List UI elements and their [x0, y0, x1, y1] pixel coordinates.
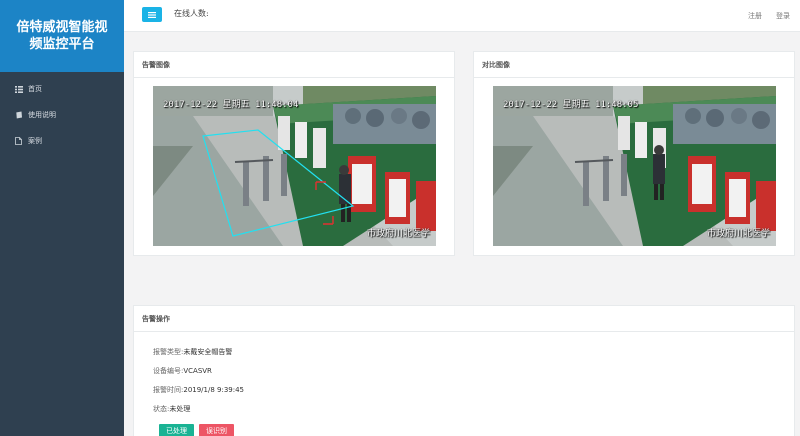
compare-image[interactable]: 2017-12-22 星期五 11:48:05 市政府川北医学 [493, 86, 776, 246]
misreport-button[interactable]: 误识别 [199, 424, 234, 436]
panel-title: 对比图像 [474, 52, 794, 78]
sidebar: 倍特威视智能视 频监控平台 首页 使用说明 案例 [0, 0, 124, 436]
compare-image-panel: 对比图像 2017-12-22 星期五 11:48:05 市政府川北医学 [473, 51, 795, 256]
info-label: 设备编号: [153, 367, 184, 375]
sidebar-item-label: 案例 [28, 137, 42, 145]
login-link[interactable]: 登录 [776, 11, 790, 21]
sidebar-item-home[interactable]: 首页 [0, 76, 124, 102]
camera-snapshot [153, 86, 436, 246]
processed-button[interactable]: 已处理 [159, 424, 194, 436]
sidebar-item-cases[interactable]: 案例 [0, 128, 124, 154]
auth-links: 注册 登录 [748, 11, 790, 21]
info-value: VCASVR [183, 367, 212, 375]
grid-icon [14, 85, 23, 93]
info-row-status: 状态:未处理 [153, 404, 244, 423]
hamburger-icon [148, 11, 156, 18]
info-label: 报警时间: [153, 386, 184, 394]
info-row-alarm-type: 报警类型:未戴安全帽告警 [153, 347, 244, 366]
panel-title: 告警操作 [134, 306, 794, 332]
action-buttons: 已处理 误识别 [159, 424, 234, 436]
panel-title: 告警图像 [134, 52, 454, 78]
video-timestamp: 2017-12-22 星期五 11:48:05 [503, 100, 639, 110]
info-row-device-id: 设备编号:VCASVR [153, 366, 244, 385]
sidebar-item-manual[interactable]: 使用说明 [0, 102, 124, 128]
menu-toggle-button[interactable] [142, 7, 162, 22]
camera-snapshot [493, 86, 776, 246]
app-title-line2: 频监控平台 [29, 37, 95, 52]
online-users-label: 在线人数: [174, 9, 209, 18]
video-timestamp: 2017-12-22 星期五 11:48:04 [163, 100, 299, 110]
alarm-image[interactable]: 2017-12-22 星期五 11:48:04 市政府川北医学 [153, 86, 436, 246]
info-value: 未处理 [169, 405, 191, 413]
alarm-image-panel: 告警图像 2017-12-22 星期五 11:48:04 市政府川北医学 [133, 51, 455, 256]
info-row-alarm-time: 报警时间:2019/1/8 9:39:45 [153, 385, 244, 404]
sidebar-item-label: 使用说明 [28, 111, 56, 119]
app-title-line1: 倍特威视智能视 [16, 20, 108, 35]
alarm-info-list: 报警类型:未戴安全帽告警 设备编号:VCASVR 报警时间:2019/1/8 9… [153, 347, 244, 423]
info-value: 未戴安全帽告警 [183, 348, 233, 356]
top-bar: 在线人数: 注册 登录 [124, 0, 800, 32]
info-label: 报警类型: [153, 348, 184, 356]
register-link[interactable]: 注册 [748, 11, 762, 21]
file-icon [14, 137, 23, 145]
app-brand: 倍特威视智能视 频监控平台 [0, 0, 124, 72]
sidebar-nav: 首页 使用说明 案例 [0, 76, 124, 154]
book-icon [14, 111, 23, 119]
info-label: 状态: [153, 405, 170, 413]
sidebar-item-label: 首页 [28, 85, 42, 93]
video-caption: 市政府川北医学 [366, 229, 430, 239]
video-caption: 市政府川北医学 [706, 229, 770, 239]
info-value: 2019/1/8 9:39:45 [183, 386, 245, 394]
alarm-ops-panel: 告警操作 报警类型:未戴安全帽告警 设备编号:VCASVR 报警时间:2019/… [133, 305, 795, 436]
